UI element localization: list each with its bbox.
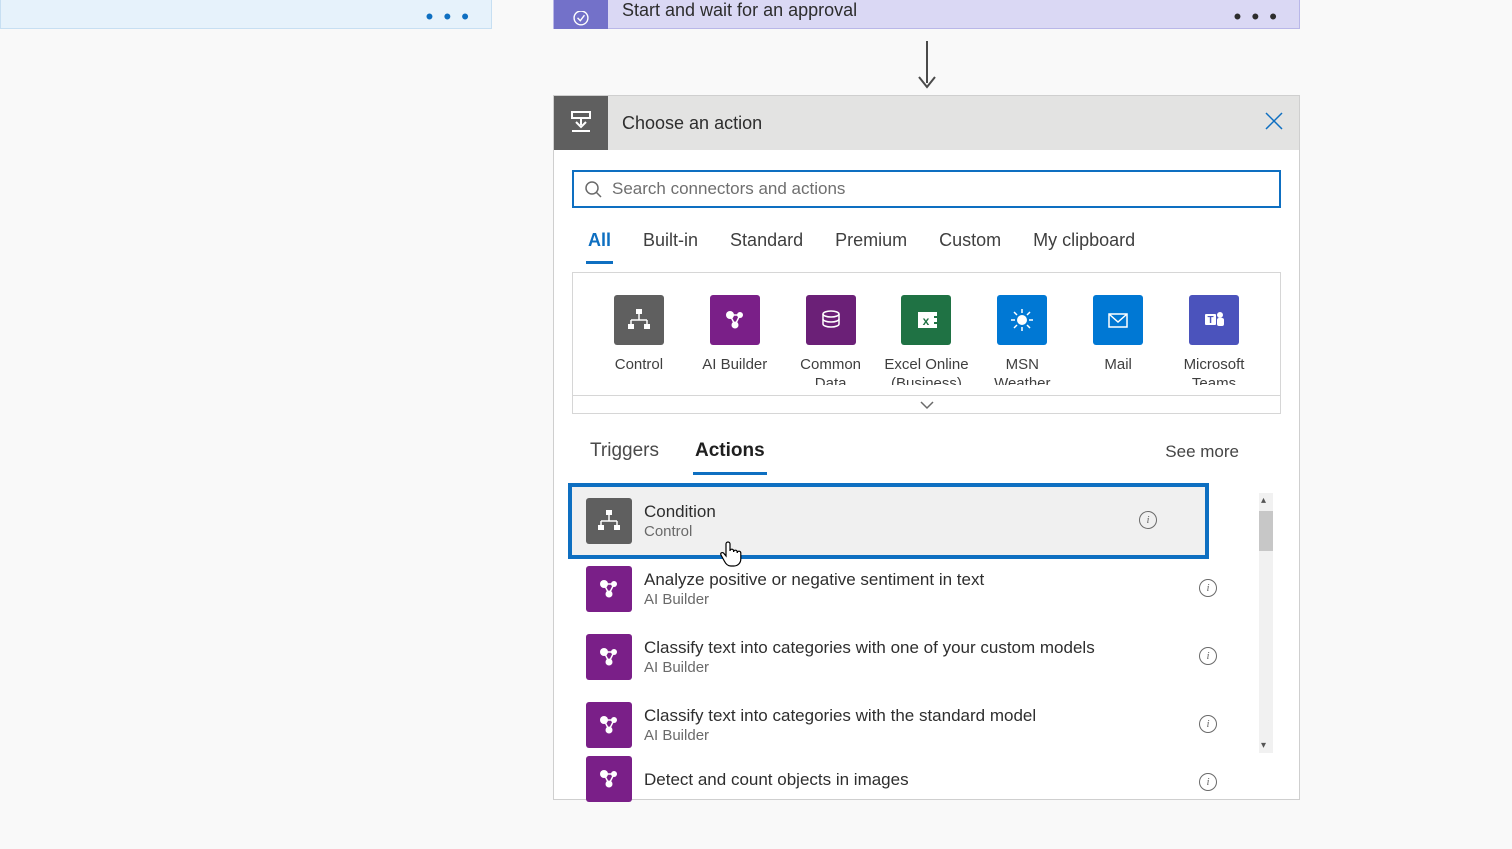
search-icon bbox=[584, 180, 602, 198]
connector-label: Microsoft Teams bbox=[1169, 345, 1259, 385]
connector-cds[interactable]: Common Data Servic... bbox=[786, 295, 876, 385]
choose-action-icon bbox=[554, 96, 608, 150]
action-detect-objects[interactable]: Detect and count objects in images i bbox=[572, 759, 1265, 799]
action-title: Analyze positive or negative sentiment i… bbox=[644, 569, 984, 590]
tab-custom[interactable]: Custom bbox=[937, 230, 1003, 264]
scroll-thumb[interactable] bbox=[1259, 511, 1273, 551]
aibuilder-icon bbox=[710, 295, 760, 345]
category-tabs: All Built-in Standard Premium Custom My … bbox=[572, 208, 1281, 264]
connector-label: Common Data Servic... bbox=[786, 345, 876, 385]
action-subtitle: Control bbox=[644, 522, 716, 541]
close-icon[interactable] bbox=[1263, 110, 1285, 138]
approval-step-card[interactable]: Start and wait for an approval • • • bbox=[553, 0, 1300, 29]
left-card-more-icon[interactable]: • • • bbox=[426, 4, 471, 30]
connector-label: Control bbox=[615, 345, 663, 374]
excel-icon: x bbox=[901, 295, 951, 345]
mail-icon bbox=[1093, 295, 1143, 345]
approval-step-icon bbox=[554, 0, 608, 29]
connector-aibuilder[interactable]: AI Builder bbox=[690, 295, 780, 385]
tab-premium[interactable]: Premium bbox=[833, 230, 909, 264]
action-title: Classify text into categories with the s… bbox=[644, 705, 1036, 726]
info-icon[interactable]: i bbox=[1199, 715, 1217, 733]
search-box[interactable] bbox=[572, 170, 1281, 208]
connector-label: Mail bbox=[1104, 345, 1132, 374]
see-more-link[interactable]: See more bbox=[1165, 442, 1239, 462]
tab-standard[interactable]: Standard bbox=[728, 230, 805, 264]
svg-text:x: x bbox=[923, 314, 930, 328]
action-sentiment[interactable]: Analyze positive or negative sentiment i… bbox=[572, 555, 1265, 623]
approval-step-title: Start and wait for an approval bbox=[608, 0, 857, 20]
info-icon[interactable]: i bbox=[1199, 579, 1217, 597]
action-list-scrollbar[interactable]: ▴ ▾ bbox=[1259, 493, 1273, 753]
control-icon bbox=[586, 498, 632, 544]
expand-connectors-button[interactable] bbox=[572, 396, 1281, 414]
action-list: Condition Control i Analyze positive or … bbox=[572, 487, 1281, 799]
connector-msn[interactable]: MSN Weather bbox=[977, 295, 1067, 385]
action-title: Condition bbox=[644, 501, 716, 522]
connector-label: MSN Weather bbox=[977, 345, 1067, 385]
info-icon[interactable]: i bbox=[1139, 511, 1157, 529]
connector-mail[interactable]: Mail bbox=[1073, 295, 1163, 385]
left-step-card: • • • bbox=[0, 0, 492, 29]
connector-control[interactable]: Control bbox=[594, 295, 684, 385]
action-classify-standard[interactable]: Classify text into categories with the s… bbox=[572, 691, 1265, 759]
info-icon[interactable]: i bbox=[1199, 773, 1217, 791]
tab-all[interactable]: All bbox=[586, 230, 613, 264]
control-icon bbox=[614, 295, 664, 345]
aibuilder-icon bbox=[586, 634, 632, 680]
tab-triggers[interactable]: Triggers bbox=[588, 440, 661, 475]
action-condition[interactable]: Condition Control i bbox=[572, 487, 1205, 555]
scroll-down-icon[interactable]: ▾ bbox=[1261, 740, 1266, 751]
approval-more-icon[interactable]: • • • bbox=[1234, 4, 1279, 30]
search-input[interactable] bbox=[610, 178, 1269, 200]
aibuilder-icon bbox=[586, 702, 632, 748]
connector-teams[interactable]: T Microsoft Teams bbox=[1169, 295, 1259, 385]
cds-icon bbox=[806, 295, 856, 345]
action-subtitle: AI Builder bbox=[644, 726, 1036, 745]
connector-label: Excel Online (Business) bbox=[881, 345, 971, 385]
trigger-action-tabs: Triggers Actions See more bbox=[572, 414, 1281, 475]
connector-label: AI Builder bbox=[702, 345, 767, 374]
tab-actions[interactable]: Actions bbox=[693, 440, 767, 475]
teams-icon: T bbox=[1189, 295, 1239, 345]
action-classify-custom[interactable]: Classify text into categories with one o… bbox=[572, 623, 1265, 691]
choose-action-panel: Choose an action All Built-in Standard P… bbox=[553, 95, 1300, 800]
info-icon[interactable]: i bbox=[1199, 647, 1217, 665]
svg-text:T: T bbox=[1207, 315, 1213, 326]
connector-grid: Control AI Builder Common Data Servic...… bbox=[572, 272, 1281, 396]
msn-weather-icon bbox=[997, 295, 1047, 345]
panel-header: Choose an action bbox=[554, 96, 1299, 150]
tab-builtin[interactable]: Built-in bbox=[641, 230, 700, 264]
flow-arrow-icon bbox=[553, 29, 1300, 95]
tab-clipboard[interactable]: My clipboard bbox=[1031, 230, 1137, 264]
scroll-up-icon[interactable]: ▴ bbox=[1261, 495, 1266, 506]
aibuilder-icon bbox=[586, 756, 632, 802]
panel-title: Choose an action bbox=[608, 113, 762, 134]
action-title: Classify text into categories with one o… bbox=[644, 637, 1095, 658]
action-subtitle: AI Builder bbox=[644, 658, 1095, 677]
action-subtitle: AI Builder bbox=[644, 590, 984, 609]
aibuilder-icon bbox=[586, 566, 632, 612]
connector-excel[interactable]: x Excel Online (Business) bbox=[881, 295, 971, 385]
action-title: Detect and count objects in images bbox=[644, 769, 909, 790]
chevron-down-icon bbox=[919, 400, 935, 410]
